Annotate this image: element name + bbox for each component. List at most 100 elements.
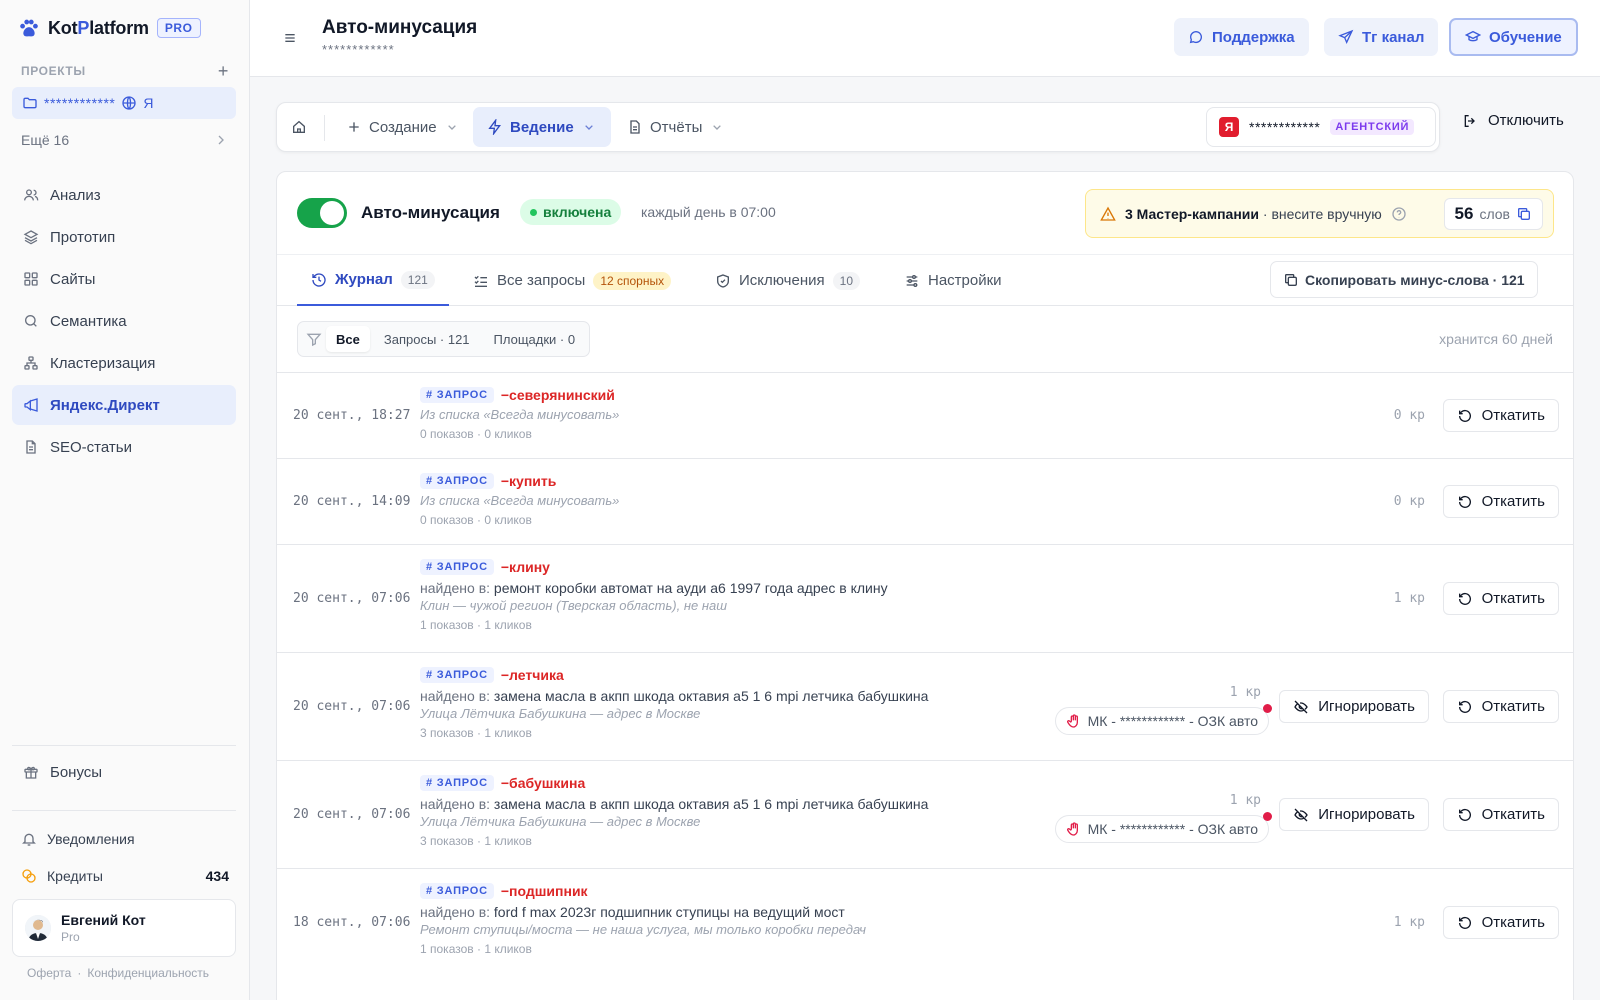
filter-sites[interactable]: Площадки · 0 [484,326,586,352]
menu-manage-label: Ведение [510,118,574,136]
copy-minus-words-button[interactable]: Скопировать минус-слова · 121 [1270,261,1538,298]
row-stats: 1 показов · 1 кликов [420,618,532,632]
row-date: 18 сент., 07:06 [293,915,411,930]
eye-off-icon [1293,807,1309,823]
sidebar-item-clustering[interactable]: Кластеризация [12,343,236,383]
plus-icon [346,119,362,135]
menu-reports[interactable]: Отчёты [613,107,739,147]
query-tag: # ЗАПРОС [420,883,494,899]
tab-count: 10 [832,271,860,290]
grid-icon [23,271,39,287]
tab-exclusions[interactable]: Исключения 10 [715,255,860,306]
filter-queries[interactable]: Запросы · 121 [374,326,480,352]
credits-link[interactable]: Кредиты 434 [21,868,229,884]
ignore-button[interactable]: Игнорировать [1279,690,1429,723]
add-project-button[interactable]: + [218,62,229,80]
row-stats: 3 показов · 1 кликов [420,834,532,848]
offer-link[interactable]: Оферта [27,966,71,980]
sidebar-item-semantics[interactable]: Семантика [12,301,236,341]
minus-word: −клину [500,559,550,575]
project-item[interactable]: ************ Я [12,87,236,119]
row-reason: Улица Лётчика Бабушкина — адрес в Москве [420,706,701,721]
row-date: 20 сент., 07:06 [293,807,411,822]
filter-icon [306,331,322,347]
sidebar-item-label: Семантика [50,312,127,330]
menu-manage[interactable]: Ведение [473,107,611,147]
megaphone-icon [23,397,39,413]
legal-separator: · [77,966,82,980]
chevron-down-icon [581,119,597,135]
row-tag-line: # ЗАПРОС −летчика [420,665,928,685]
support-button[interactable]: Поддержка [1174,18,1309,56]
tab-settings[interactable]: Настройки [904,255,1002,306]
more-projects[interactable]: Ещё 16 [21,132,229,148]
rollback-label: Откатить [1481,493,1545,510]
bell-icon [21,831,37,847]
tab-label: Журнал [335,271,393,288]
tab-count: 12 спорных [593,271,672,290]
home-icon[interactable] [291,119,307,135]
rollback-button[interactable]: Откатить [1442,906,1559,939]
sidebar-item-bonuses[interactable]: Бонусы [12,752,236,792]
menu-create[interactable]: Создание [332,107,474,147]
history-icon [311,272,327,288]
brand-name: KotPlatform [48,17,149,38]
card-title: Авто-минусация [361,203,500,222]
help-icon[interactable] [1391,206,1407,222]
row-body: # ЗАПРОС −северянинский Из списка «Всегд… [420,385,619,441]
notifications-link[interactable]: Уведомления [21,831,135,847]
more-projects-label: Ещё 16 [21,132,70,148]
privacy-link[interactable]: Конфиденциальность [87,966,209,980]
sidebar-item-label: Анализ [50,186,101,204]
education-button[interactable]: Обучение [1449,18,1578,56]
row-body: # ЗАПРОС −летчика найдено в: замена масл… [420,665,928,740]
hand-stop-icon [1066,821,1082,837]
minus-word: −купить [500,473,557,489]
sidebar-item-sites[interactable]: Сайты [12,259,236,299]
sidebar-item-yandex-direct[interactable]: Яндекс.Директ [12,385,236,425]
tab-count: 121 [400,270,435,289]
undo-icon [1457,807,1473,823]
sliders-icon [904,273,920,289]
rollback-button[interactable]: Откатить [1442,798,1559,831]
tab-all-queries[interactable]: Все запросы 12 спорных [473,255,672,306]
rollback-button[interactable]: Откатить [1442,582,1559,615]
projects-label: ПРОЕКТЫ [21,64,86,78]
page-subtitle: ************ [322,42,395,57]
journal-row: 20 сент., 14:09 # ЗАПРОС −купить Из спис… [277,458,1573,544]
tab-journal[interactable]: Журнал 121 [297,255,449,306]
rollback-button[interactable]: Откатить [1442,690,1559,723]
shield-check-icon [715,273,731,289]
copy-minus-words-label: Скопировать минус-слова · 121 [1305,271,1525,288]
master-campaign-chip[interactable]: МК - ************ - ОЗК авто [1054,812,1272,843]
telegram-button[interactable]: Тг канал [1324,18,1439,56]
menu-create-label: Создание [369,118,437,136]
divider [12,810,236,811]
filter-group: Все Запросы · 121 Площадки · 0 [297,321,591,357]
sidebar-item-label: Кластеризация [50,354,156,372]
project-name: ************ [44,95,116,111]
sidebar-item-label: Яндекс.Директ [50,396,160,414]
rollback-button[interactable]: Откатить [1442,399,1559,432]
auto-minus-toggle[interactable] [297,198,347,228]
row-credits: 1 кр [1229,793,1261,808]
auto-minus-card: Авто-минусация включена каждый день в 07… [276,171,1574,1000]
ignore-button[interactable]: Игнорировать [1279,798,1429,831]
sidebar-item-analysis[interactable]: Анализ [12,175,236,215]
status-label: включена [543,204,612,220]
sidebar-item-prototype[interactable]: Прототип [12,217,236,257]
rollback-label: Откатить [1481,590,1545,607]
filter-all[interactable]: Все [326,326,370,352]
master-campaign-chip[interactable]: МК - ************ - ОЗК авто [1054,704,1272,735]
words-counter[interactable]: 56 слов [1443,197,1543,230]
user-card[interactable]: Евгений Кот Pro [12,899,236,957]
rollback-button[interactable]: Откатить [1442,485,1559,518]
disconnect-button[interactable]: Отключить [1462,112,1564,129]
chat-icon [1188,29,1204,45]
row-date: 20 сент., 07:06 [293,699,411,714]
account-selector[interactable]: Я ************ АГЕНТСКИЙ [1206,107,1436,147]
menu-icon[interactable] [282,30,298,46]
brand[interactable]: KotPlatform PRO [18,16,201,40]
rollback-label: Откатить [1481,806,1545,823]
sidebar-item-seo-articles[interactable]: SEO-статьи [12,427,236,467]
